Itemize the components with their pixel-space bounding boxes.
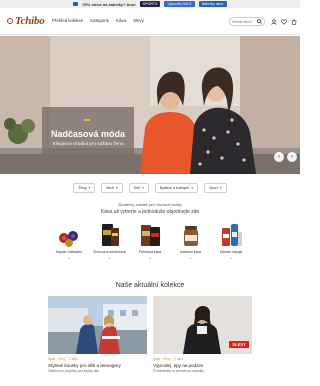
- product-label: Kávové nápoje: [219, 250, 243, 254]
- coffee-categories: Kapsle Cafissimo ⌄ Zrnková a mletá káva …: [52, 222, 248, 268]
- filter-home[interactable]: Bydlení a kuchyně ▾: [154, 183, 199, 193]
- search-icon[interactable]: [257, 19, 262, 24]
- coffee-bag-icon: [97, 222, 123, 248]
- collection-image-sale: SLEVY: [153, 296, 252, 354]
- product-label: Zrnková a mletá káva: [93, 250, 126, 254]
- coffee-tagline: Skutečný zážitek pro chuťové buňky: [117, 202, 183, 207]
- card-category: Muži · Ženy · V akci: [153, 357, 183, 361]
- chevron-down-icon: ▾: [219, 186, 222, 190]
- hero-text-box: Nadčasová móda Elegance vhodná pro každo…: [42, 107, 134, 159]
- card-description: Oblečení a doplňky pro každý den: [48, 369, 100, 373]
- main-nav: Přehled kolekce Kategorie Káva Slevy: [52, 18, 144, 23]
- promo-text[interactable]: 20% sleva na kabelky? Ano!: [82, 2, 135, 7]
- collection-card-sale[interactable]: SLEVY Muži · Ženy · V akci Výprodej: tip…: [153, 296, 252, 386]
- search-box[interactable]: [229, 17, 265, 26]
- card-category: Muži · Ženy · V akci: [48, 357, 78, 361]
- filter-label: Bydlení a kuchyně: [159, 186, 190, 190]
- collection-image-kids: [48, 296, 147, 354]
- user-icon[interactable]: [270, 18, 278, 26]
- chevron-down-icon: ⌄: [148, 255, 152, 260]
- product-label: Kapsle Cafissimo: [55, 250, 83, 254]
- hero-prev-arrow-icon[interactable]: ‹: [274, 152, 284, 162]
- logo-wordmark: Tchibo: [15, 15, 45, 27]
- hero-next-arrow-icon[interactable]: ›: [287, 152, 297, 162]
- bag-icon: [73, 2, 79, 6]
- product-label: Instantní káva: [179, 250, 202, 254]
- coffee-drink-icon: [218, 222, 244, 248]
- filter-label: Děti: [133, 186, 141, 190]
- hero-accent-mark: [84, 119, 90, 121]
- product-drinks[interactable]: Kávové nápoje ⌄: [214, 222, 248, 268]
- card-title[interactable]: Stylové kousky pro děti a teenagery: [48, 363, 147, 368]
- chevron-down-icon: ▾: [88, 186, 91, 190]
- chevron-down-icon: ⌄: [67, 255, 71, 260]
- tchibo-logo[interactable]: Tchibo: [7, 15, 45, 27]
- nav-item-coffee[interactable]: Káva: [116, 18, 126, 23]
- chevron-down-icon: ⌄: [107, 255, 112, 260]
- chevron-down-icon: ▾: [142, 186, 144, 190]
- filter-women[interactable]: Ženy ▾: [73, 183, 96, 193]
- logo-cup-icon: [7, 18, 13, 24]
- card-description: Prohlédněte si zlevněnou nabídku: [153, 369, 205, 373]
- collection-card-kids[interactable]: Muži · Ženy · V akci Stylové kousky pro …: [48, 296, 147, 386]
- filter-sport[interactable]: Sport ▾: [204, 183, 227, 193]
- cart-icon[interactable]: [290, 18, 298, 26]
- sale-badge: SLEVY: [229, 341, 249, 348]
- nav-item-overview[interactable]: Přehled kolekce: [52, 18, 83, 23]
- heart-icon[interactable]: [280, 18, 288, 26]
- card-title[interactable]: Výprodej: tipy na podzim: [153, 363, 252, 368]
- collections-title: Naše aktuální kolekce: [115, 282, 185, 289]
- product-premium[interactable]: Prémiová káva ⌄: [133, 222, 167, 268]
- promo-chip-sports[interactable]: SPORTS: [139, 1, 161, 7]
- premium-coffee-icon: [137, 222, 163, 248]
- filter-label: Ženy: [78, 186, 87, 190]
- filter-label: Sport: [209, 186, 218, 190]
- nav-item-sale[interactable]: Slevy: [133, 18, 144, 23]
- product-instant[interactable]: Instantní káva ⌄: [174, 222, 208, 268]
- promo-chip-sale[interactable]: Výprodej SALE: [164, 1, 195, 7]
- promo-bar: 20% sleva na kabelky? Ano! SPORTS Výprod…: [0, 0, 300, 8]
- product-beans[interactable]: Zrnková a mletá káva ⌄: [93, 222, 127, 268]
- chevron-down-icon: ▾: [115, 186, 118, 190]
- hero-banner[interactable]: Nadčasová móda Elegance vhodná pro každo…: [0, 36, 300, 174]
- product-label: Prémiová káva: [138, 250, 162, 254]
- nav-item-categories[interactable]: Kategorie: [90, 18, 109, 23]
- search-input[interactable]: [232, 18, 256, 25]
- product-capsules[interactable]: Kapsle Cafissimo ⌄: [52, 222, 86, 268]
- hero-title: Nadčasová móda: [50, 129, 126, 139]
- filter-kids[interactable]: Děti ▾: [128, 183, 149, 193]
- site-header: Tchibo Přehled kolekce Kategorie Káva Sl…: [0, 8, 300, 35]
- category-filters: Ženy ▾ Muži ▾ Děti ▾ Bydlení a kuchyně ▾ Spo…: [0, 183, 300, 193]
- chevron-down-icon: ▾: [191, 186, 194, 190]
- promo-chip-offers[interactable]: Nabídky akce: [198, 1, 227, 7]
- chevron-down-icon: ⌄: [188, 255, 193, 260]
- filter-label: Muži: [106, 186, 114, 190]
- chevron-down-icon: ⌄: [229, 255, 233, 260]
- coffee-subtitle: Káva už vyberte a jednoduše objednejte z…: [100, 209, 200, 215]
- filter-men[interactable]: Muži ▾: [101, 183, 123, 193]
- instant-jar-icon: [178, 222, 204, 248]
- capsules-icon: [56, 222, 82, 248]
- hero-subtitle: Elegance vhodná pro každou ženu: [52, 141, 124, 146]
